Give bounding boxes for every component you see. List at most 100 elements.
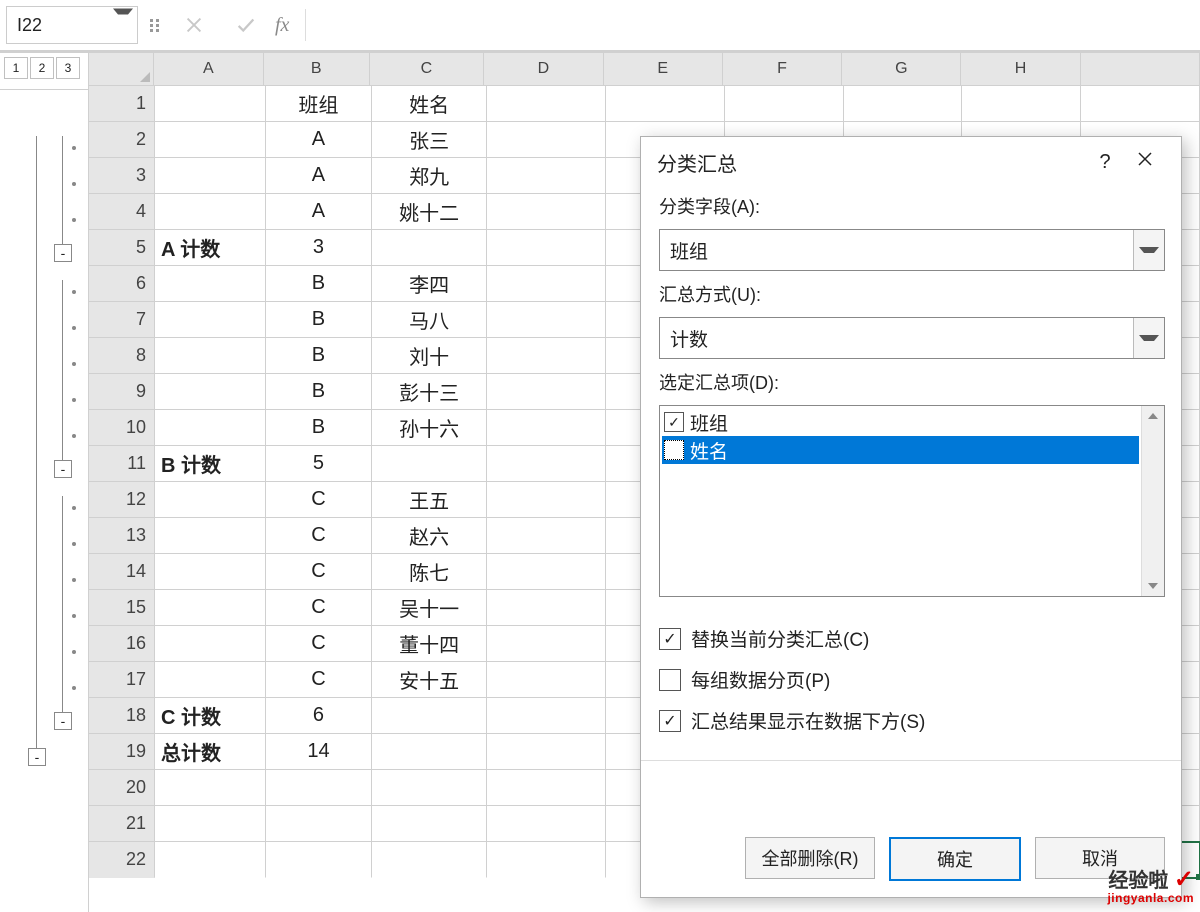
cell[interactable] bbox=[266, 806, 373, 842]
cell[interactable]: 赵六 bbox=[372, 518, 487, 554]
cell[interactable]: C bbox=[266, 662, 373, 698]
replace-subtotal-checkbox[interactable]: 替换当前分类汇总(C) bbox=[659, 625, 1165, 652]
cell[interactable] bbox=[155, 842, 266, 878]
row-header-7[interactable]: 7 bbox=[89, 302, 155, 338]
cell[interactable] bbox=[372, 446, 487, 482]
column-header-i[interactable] bbox=[1081, 53, 1200, 85]
cell[interactable] bbox=[155, 806, 266, 842]
cell[interactable] bbox=[487, 158, 606, 194]
checkbox-icon[interactable] bbox=[659, 628, 681, 650]
cell[interactable] bbox=[155, 86, 266, 122]
cell[interactable]: B bbox=[266, 302, 373, 338]
ok-button[interactable]: 确定 bbox=[889, 837, 1021, 881]
outline-level-3-button[interactable]: 3 bbox=[56, 57, 80, 79]
cell[interactable] bbox=[266, 770, 373, 806]
column-header-h[interactable]: H bbox=[961, 53, 1080, 85]
cell[interactable] bbox=[487, 518, 606, 554]
listbox-scrollbar[interactable] bbox=[1141, 406, 1164, 596]
group-field-combo[interactable]: 班组 bbox=[659, 229, 1165, 271]
cell[interactable]: C bbox=[266, 518, 373, 554]
cell[interactable] bbox=[487, 374, 606, 410]
group-field-dropdown-icon[interactable] bbox=[1133, 230, 1164, 270]
cell[interactable] bbox=[155, 410, 266, 446]
cell[interactable] bbox=[266, 842, 373, 878]
cell[interactable] bbox=[155, 590, 266, 626]
cell[interactable]: 彭十三 bbox=[372, 374, 487, 410]
cell[interactable] bbox=[487, 410, 606, 446]
outline-collapse-group-a[interactable]: - bbox=[54, 244, 72, 262]
cell[interactable] bbox=[487, 770, 606, 806]
select-all-corner[interactable] bbox=[89, 53, 154, 85]
cell[interactable] bbox=[155, 770, 266, 806]
cell[interactable]: 马八 bbox=[372, 302, 487, 338]
cell[interactable] bbox=[155, 482, 266, 518]
cell[interactable]: 总计数 bbox=[155, 734, 266, 770]
cell[interactable]: 孙十六 bbox=[372, 410, 487, 446]
row-header-3[interactable]: 3 bbox=[89, 158, 155, 194]
column-header-f[interactable]: F bbox=[723, 53, 842, 85]
row-header-2[interactable]: 2 bbox=[89, 122, 155, 158]
row-header-5[interactable]: 5 bbox=[89, 230, 155, 266]
column-header-g[interactable]: G bbox=[842, 53, 961, 85]
checkbox-icon[interactable] bbox=[664, 412, 684, 432]
cell[interactable]: A bbox=[266, 194, 373, 230]
cell[interactable] bbox=[487, 86, 606, 122]
name-box-dropdown-icon[interactable] bbox=[103, 15, 133, 36]
row-header-21[interactable]: 21 bbox=[89, 806, 155, 842]
cell[interactable] bbox=[155, 626, 266, 662]
cell[interactable] bbox=[487, 698, 606, 734]
checkbox-icon[interactable] bbox=[659, 669, 681, 691]
row-header-6[interactable]: 6 bbox=[89, 266, 155, 302]
cell[interactable] bbox=[155, 158, 266, 194]
cell[interactable] bbox=[487, 842, 606, 878]
row-header-16[interactable]: 16 bbox=[89, 626, 155, 662]
cell[interactable]: C bbox=[266, 554, 373, 590]
cell[interactable]: 吴十一 bbox=[372, 590, 487, 626]
cell[interactable] bbox=[487, 554, 606, 590]
cell[interactable]: B bbox=[266, 338, 373, 374]
cell[interactable] bbox=[372, 806, 487, 842]
cell[interactable] bbox=[487, 338, 606, 374]
cell[interactable]: A bbox=[266, 158, 373, 194]
cell[interactable] bbox=[155, 662, 266, 698]
dialog-titlebar[interactable]: 分类汇总 ? bbox=[641, 137, 1181, 187]
cell[interactable] bbox=[487, 482, 606, 518]
cell[interactable]: 刘十 bbox=[372, 338, 487, 374]
row-header-4[interactable]: 4 bbox=[89, 194, 155, 230]
summary-below-checkbox[interactable]: 汇总结果显示在数据下方(S) bbox=[659, 707, 1165, 734]
scroll-down-icon[interactable] bbox=[1142, 576, 1164, 596]
cell[interactable]: 姚十二 bbox=[372, 194, 487, 230]
cell[interactable] bbox=[487, 590, 606, 626]
cell[interactable] bbox=[372, 770, 487, 806]
cell[interactable] bbox=[155, 302, 266, 338]
cell[interactable]: 6 bbox=[266, 698, 373, 734]
cell[interactable] bbox=[372, 698, 487, 734]
cell[interactable] bbox=[606, 86, 725, 122]
cell[interactable]: B bbox=[266, 266, 373, 302]
cell[interactable]: 14 bbox=[266, 734, 373, 770]
cell[interactable] bbox=[487, 626, 606, 662]
dialog-help-button[interactable]: ? bbox=[1085, 151, 1125, 174]
row-header-20[interactable]: 20 bbox=[89, 770, 155, 806]
cell[interactable] bbox=[487, 302, 606, 338]
list-item[interactable]: 班组 bbox=[662, 408, 1139, 436]
cell[interactable] bbox=[487, 230, 606, 266]
column-header-a[interactable]: A bbox=[154, 53, 264, 85]
cell[interactable] bbox=[487, 266, 606, 302]
cell[interactable] bbox=[155, 338, 266, 374]
row-header-11[interactable]: 11 bbox=[89, 446, 155, 482]
cell[interactable]: A 计数 bbox=[155, 230, 266, 266]
cell[interactable] bbox=[487, 122, 606, 158]
row-header-10[interactable]: 10 bbox=[89, 410, 155, 446]
cell[interactable]: 董十四 bbox=[372, 626, 487, 662]
cell[interactable] bbox=[487, 662, 606, 698]
cell[interactable] bbox=[487, 194, 606, 230]
cell[interactable]: C 计数 bbox=[155, 698, 266, 734]
summary-method-combo[interactable]: 计数 bbox=[659, 317, 1165, 359]
row-header-17[interactable]: 17 bbox=[89, 662, 155, 698]
row-header-22[interactable]: 22 bbox=[89, 842, 155, 878]
row-header-12[interactable]: 12 bbox=[89, 482, 155, 518]
column-header-c[interactable]: C bbox=[370, 53, 485, 85]
cell[interactable]: C bbox=[266, 626, 373, 662]
cell[interactable] bbox=[487, 446, 606, 482]
